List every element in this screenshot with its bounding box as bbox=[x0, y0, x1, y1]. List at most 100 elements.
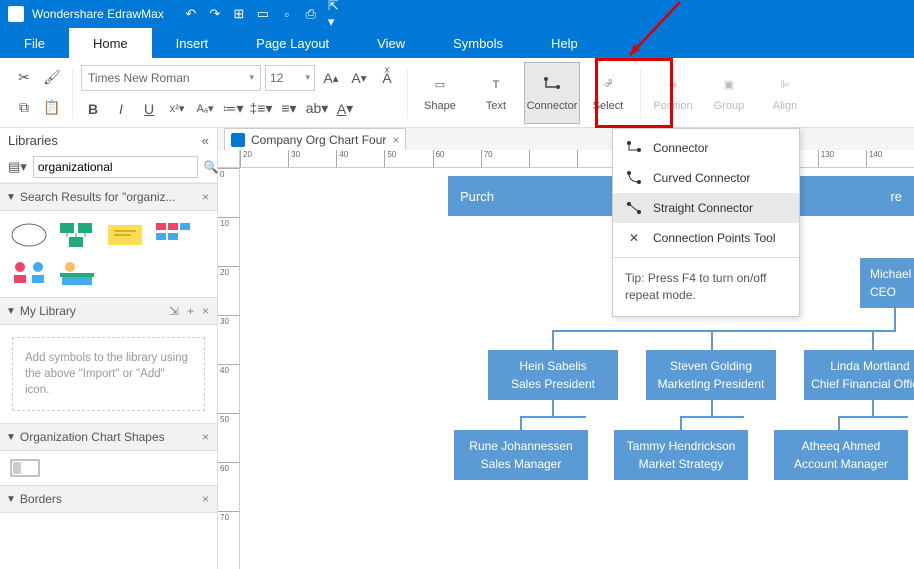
close-panel-icon[interactable]: × bbox=[200, 492, 211, 506]
document-tab[interactable]: Company Org Chart Four × bbox=[224, 128, 406, 150]
group-button[interactable]: ▣Group bbox=[701, 62, 757, 124]
doc-tab-label: Company Org Chart Four bbox=[251, 133, 386, 147]
line-spacing-icon[interactable]: ‡≡▾ bbox=[249, 97, 273, 121]
right-angle-connector-icon bbox=[625, 139, 643, 157]
tab-insert[interactable]: Insert bbox=[152, 28, 233, 58]
org-account-manager[interactable]: Atheeq Ahmed Account Manager bbox=[774, 430, 908, 480]
shape-thumb[interactable] bbox=[10, 259, 48, 287]
org-title: Market Strategy bbox=[618, 455, 744, 473]
font-color-icon[interactable]: A▾ bbox=[333, 97, 357, 121]
dd-label: Straight Connector bbox=[653, 201, 753, 215]
dd-curved-connector[interactable]: Curved Connector bbox=[613, 163, 799, 193]
close-panel-icon[interactable]: × bbox=[200, 430, 211, 444]
shape-thumb[interactable] bbox=[154, 221, 192, 249]
font-family-select[interactable]: Times New Roman▾ bbox=[81, 65, 261, 91]
import-icon[interactable]: ⇲ bbox=[167, 304, 181, 318]
open-icon[interactable]: ▭ bbox=[256, 7, 270, 21]
connection-points-icon: ✕ bbox=[625, 229, 643, 247]
library-search-row: ▤▾ 🔍 bbox=[0, 152, 217, 183]
dd-separator bbox=[613, 257, 799, 258]
canvas-page[interactable]: Purch re Michael D CEO Hein Sabelis Sale… bbox=[240, 168, 914, 569]
shape-thumb[interactable] bbox=[58, 259, 96, 287]
paste-icon[interactable]: 📋 bbox=[40, 96, 64, 120]
tab-help[interactable]: Help bbox=[527, 28, 602, 58]
close-panel-icon[interactable]: × bbox=[200, 190, 211, 204]
close-panel-icon[interactable]: × bbox=[200, 304, 211, 318]
shape-icon: ▭ bbox=[429, 74, 451, 96]
dd-straight-connector[interactable]: Straight Connector bbox=[613, 193, 799, 223]
print-icon[interactable]: ⎙ bbox=[304, 7, 318, 21]
org-title: Chief Financial Officer bbox=[808, 375, 914, 393]
search-icon[interactable]: 🔍 bbox=[204, 159, 219, 175]
ribbon: ✂ 🖌 ⧉ 📋 Times New Roman▾ 12▾ A▴ A▾ Aͯ B … bbox=[0, 58, 914, 128]
save-icon[interactable]: ▫ bbox=[280, 7, 294, 21]
horizontal-ruler: 203040506070110120130140 bbox=[240, 150, 914, 168]
collapse-sidebar-icon[interactable]: « bbox=[202, 133, 209, 148]
highlight-icon[interactable]: ab▾ bbox=[305, 97, 329, 121]
borders-title: Borders bbox=[20, 492, 196, 506]
copy-icon[interactable]: ⧉ bbox=[12, 96, 36, 120]
borders-panel[interactable]: ▼ Borders × bbox=[0, 485, 217, 513]
org-sales-president[interactable]: Hein Sabelis Sales President bbox=[488, 350, 618, 400]
position-button[interactable]: ◈Position bbox=[645, 62, 701, 124]
org-sales-manager[interactable]: Rune Johannessen Sales Manager bbox=[454, 430, 588, 480]
org-marketing-president[interactable]: Steven Golding Marketing President bbox=[646, 350, 776, 400]
char-spacing-icon[interactable]: Aₐ▾ bbox=[193, 97, 217, 121]
tab-file[interactable]: File bbox=[0, 28, 69, 58]
org-shapes-title: Organization Chart Shapes bbox=[20, 430, 196, 444]
select-tool-button[interactable]: ⮰Select bbox=[580, 62, 636, 124]
my-library-title: My Library bbox=[20, 304, 163, 318]
font-size-select[interactable]: 12▾ bbox=[265, 65, 315, 91]
cursor-icon: ⮰ bbox=[597, 74, 619, 96]
sidebar: Libraries « ▤▾ 🔍 ▼ Search Results for "o… bbox=[0, 128, 218, 569]
align-objects-icon: ⊫ bbox=[774, 74, 796, 96]
italic-icon[interactable]: I bbox=[109, 97, 133, 121]
cut-icon[interactable]: ✂ bbox=[12, 66, 36, 90]
align-icon[interactable]: ≡▾ bbox=[277, 97, 301, 121]
clear-format-icon[interactable]: Aͯ bbox=[375, 66, 399, 90]
decrease-font-icon[interactable]: A▾ bbox=[347, 66, 371, 90]
shape-thumb[interactable] bbox=[106, 221, 144, 249]
increase-font-icon[interactable]: A▴ bbox=[319, 66, 343, 90]
search-results-panel[interactable]: ▼ Search Results for "organiz... × bbox=[0, 183, 217, 211]
canvas-area[interactable]: Company Org Chart Four × 203040506070110… bbox=[218, 128, 914, 569]
add-icon[interactable]: + bbox=[185, 304, 196, 318]
close-tab-icon[interactable]: × bbox=[392, 133, 399, 147]
export-icon[interactable]: ⇱ ▾ bbox=[328, 7, 342, 21]
connector-dropdown: Connector Curved Connector Straight Conn… bbox=[612, 128, 800, 317]
dd-connector[interactable]: Connector bbox=[613, 133, 799, 163]
dd-connection-points[interactable]: ✕ Connection Points Tool bbox=[613, 223, 799, 253]
tab-symbols[interactable]: Symbols bbox=[429, 28, 527, 58]
underline-icon[interactable]: U bbox=[137, 97, 161, 121]
org-ceo[interactable]: Michael D CEO bbox=[860, 258, 914, 308]
shape-thumb[interactable] bbox=[58, 221, 96, 249]
dd-tip: Tip: Press F4 to turn on/off repeat mode… bbox=[613, 262, 799, 312]
superscript-icon[interactable]: x²▾ bbox=[165, 97, 189, 121]
org-market-strategy[interactable]: Tammy Hendrickson Market Strategy bbox=[614, 430, 748, 480]
tab-home[interactable]: Home bbox=[69, 28, 152, 58]
new-icon[interactable]: ⊞ bbox=[232, 7, 246, 21]
bullets-icon[interactable]: ≔▾ bbox=[221, 97, 245, 121]
align-button[interactable]: ⊫Align bbox=[757, 62, 813, 124]
my-library-panel[interactable]: ▼ My Library ⇲ + × bbox=[0, 297, 217, 325]
shape-tool-button[interactable]: ▭Shape bbox=[412, 62, 468, 124]
tab-page-layout[interactable]: Page Layout bbox=[232, 28, 353, 58]
undo-icon[interactable]: ↶ bbox=[184, 7, 198, 21]
shape-thumb[interactable] bbox=[10, 221, 48, 249]
format-painter-icon[interactable]: 🖌 bbox=[40, 66, 64, 90]
connector-tool-button[interactable]: Connector bbox=[524, 62, 580, 124]
redo-icon[interactable]: ↷ bbox=[208, 7, 222, 21]
bold-icon[interactable]: B bbox=[81, 97, 105, 121]
vertical-ruler: 010203040506070 bbox=[218, 168, 240, 569]
position-icon: ◈ bbox=[662, 74, 684, 96]
tab-view[interactable]: View bbox=[353, 28, 429, 58]
org-shapes-panel[interactable]: ▼ Organization Chart Shapes × bbox=[0, 423, 217, 451]
library-menu-icon[interactable]: ▤▾ bbox=[8, 159, 27, 175]
app-logo-icon bbox=[8, 6, 24, 22]
straight-connector-icon bbox=[625, 199, 643, 217]
org-title: Marketing President bbox=[650, 375, 772, 393]
org-cfo[interactable]: Linda Mortland Chief Financial Officer bbox=[804, 350, 914, 400]
library-search-input[interactable] bbox=[33, 156, 198, 178]
text-tool-button[interactable]: TText bbox=[468, 62, 524, 124]
shape-thumb[interactable] bbox=[10, 459, 40, 477]
